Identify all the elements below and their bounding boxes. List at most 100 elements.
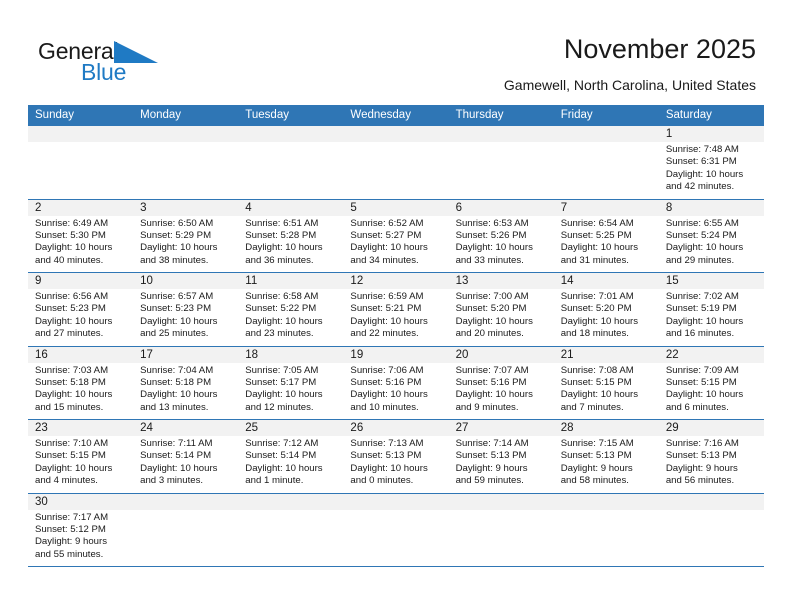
calendar-day-cell[interactable]: 19 Sunrise: 7:06 AM Sunset: 5:16 PM Dayligh… xyxy=(343,346,449,420)
weekday-header-thursday: Thursday xyxy=(455,109,504,121)
calendar-day-cell[interactable]: 9 Sunrise: 6:56 AM Sunset: 5:23 PM Daylight… xyxy=(28,273,134,346)
general-blue-logo[interactable]: General Blue xyxy=(38,38,168,88)
calendar-day-cell[interactable]: 23 Sunrise: 7:10 AM Sunset: 5:15 PM Dayligh… xyxy=(28,420,134,493)
calendar-day-cell[interactable]: 4 Sunrise: 6:51 AM Sunset: 5:28 PM Daylight… xyxy=(238,199,344,273)
day-sunset-text: Sunset: 5:30 PM xyxy=(35,229,106,241)
calendar-table: Sunday Monday Tuesday Wednesday Thursday… xyxy=(28,105,764,567)
day-sunrise-text: Sunrise: 7:07 AM xyxy=(455,364,529,376)
day-daylight-text: Daylight: 10 hours xyxy=(245,242,323,254)
calendar-day-cell[interactable]: 8 Sunrise: 6:55 AM Sunset: 5:24 PM Daylight… xyxy=(658,199,764,273)
calendar-day-cell[interactable]: 22 Sunrise: 7:09 AM Sunset: 5:15 PM Dayligh… xyxy=(658,346,764,420)
day-sunset-text: Sunset: 5:26 PM xyxy=(455,229,527,241)
day-sunset-text: Sunset: 5:15 PM xyxy=(35,450,106,462)
day-daylight-text: Daylight: 10 hours xyxy=(665,315,744,327)
day-daylight-text: and 13 minutes. xyxy=(140,401,209,413)
calendar-day-cell[interactable]: 14 Sunrise: 7:01 AM Sunset: 5:20 PM Dayligh… xyxy=(553,273,659,346)
day-sun-info: Sunrise: 7:14 AM Sunset: 5:13 PM Daylight:… xyxy=(449,436,554,488)
calendar-day-cell-empty xyxy=(553,126,659,199)
day-number xyxy=(448,126,554,142)
calendar-day-cell[interactable]: 6 Sunrise: 6:53 AM Sunset: 5:26 PM Daylight… xyxy=(448,199,554,273)
calendar-day-cell[interactable]: 20 Sunrise: 7:07 AM Sunset: 5:16 PM Dayligh… xyxy=(448,346,554,420)
day-sunset-text: Sunset: 5:24 PM xyxy=(665,229,737,241)
day-sun-info: Sunrise: 7:01 AM Sunset: 5:20 PM Daylight:… xyxy=(554,289,659,341)
day-number xyxy=(238,126,344,142)
page-header: General Blue November 2025 Gamewell, Nor… xyxy=(0,0,792,104)
calendar-day-cell-empty xyxy=(553,493,659,567)
day-daylight-text: Daylight: 10 hours xyxy=(455,242,533,254)
day-daylight-text: and 58 minutes. xyxy=(560,475,629,487)
page-title: November 2025 xyxy=(563,34,756,64)
calendar-day-cell[interactable]: 2 Sunrise: 6:49 AM Sunset: 5:30 PM Daylight… xyxy=(28,199,134,273)
day-sun-info: Sunrise: 6:52 AM Sunset: 5:27 PM Daylight:… xyxy=(343,216,448,268)
calendar-day-cell-empty xyxy=(343,126,449,199)
day-sunrise-text: Sunrise: 7:10 AM xyxy=(35,438,109,449)
day-sunset-text: Sunset: 5:18 PM xyxy=(35,376,106,388)
day-sunset-text: Sunset: 5:17 PM xyxy=(245,376,317,388)
calendar-day-cell[interactable]: 11 Sunrise: 6:58 AM Sunset: 5:22 PM Dayligh… xyxy=(238,273,344,346)
day-daylight-text: and 56 minutes. xyxy=(665,475,735,487)
calendar-day-cell-empty xyxy=(343,493,449,567)
day-sunset-text: Sunset: 5:29 PM xyxy=(140,229,212,241)
calendar-day-cell[interactable]: 26 Sunrise: 7:13 AM Sunset: 5:13 PM Dayligh… xyxy=(343,420,449,493)
day-daylight-text: and 25 minutes. xyxy=(140,328,209,340)
calendar-day-cell[interactable]: 28 Sunrise: 7:15 AM Sunset: 5:13 PM Dayligh… xyxy=(553,420,659,493)
day-daylight-text: and 4 minutes. xyxy=(35,475,98,487)
day-sun-info: Sunrise: 7:07 AM Sunset: 5:16 PM Daylight:… xyxy=(449,363,554,415)
calendar-day-cell[interactable]: 7 Sunrise: 6:54 AM Sunset: 5:25 PM Daylight… xyxy=(553,199,659,273)
weekday-header-wednesday: Wednesday xyxy=(350,109,411,121)
calendar-day-cell[interactable]: 10 Sunrise: 6:57 AM Sunset: 5:23 PM Dayligh… xyxy=(133,273,239,346)
day-sun-info: Sunrise: 7:10 AM Sunset: 5:15 PM Daylight:… xyxy=(28,436,133,488)
calendar-day-cell[interactable]: 12 Sunrise: 6:59 AM Sunset: 5:21 PM Dayligh… xyxy=(343,273,449,346)
day-daylight-text: and 22 minutes. xyxy=(350,328,419,340)
day-daylight-text: and 15 minutes. xyxy=(35,401,104,413)
day-sun-info: Sunrise: 7:06 AM Sunset: 5:16 PM Daylight:… xyxy=(343,363,448,415)
day-daylight-text: Daylight: 10 hours xyxy=(560,315,639,327)
day-daylight-text: Daylight: 10 hours xyxy=(665,168,744,180)
calendar-day-cell[interactable]: 5 Sunrise: 6:52 AM Sunset: 5:27 PM Daylight… xyxy=(343,199,449,273)
calendar-day-cell[interactable]: 30 Sunrise: 7:17 AM Sunset: 5:12 PM Dayligh… xyxy=(28,493,134,567)
day-sunset-text: Sunset: 5:14 PM xyxy=(140,450,212,462)
day-number: 16 xyxy=(28,346,134,363)
calendar-day-cell[interactable]: 15 Sunrise: 7:02 AM Sunset: 5:19 PM Dayligh… xyxy=(658,273,764,346)
calendar-day-cell[interactable]: 29 Sunrise: 7:16 AM Sunset: 5:13 PM Dayligh… xyxy=(658,420,764,493)
calendar-day-cell-empty xyxy=(448,493,554,567)
day-sun-info: Sunrise: 7:11 AM Sunset: 5:14 PM Daylight:… xyxy=(133,436,238,488)
day-sunset-text: Sunset: 5:13 PM xyxy=(560,450,632,462)
day-sun-info: Sunrise: 7:12 AM Sunset: 5:14 PM Daylight:… xyxy=(238,436,343,488)
day-sunset-text: Sunset: 5:13 PM xyxy=(665,450,737,462)
day-number: 18 xyxy=(238,346,344,363)
day-sunrise-text: Sunrise: 6:49 AM xyxy=(35,217,109,229)
calendar-day-cell-empty xyxy=(448,126,554,199)
day-daylight-text: and 38 minutes. xyxy=(140,254,209,266)
day-number: 22 xyxy=(658,346,764,363)
day-daylight-text: Daylight: 10 hours xyxy=(140,389,218,401)
calendar-day-cell[interactable]: 25 Sunrise: 7:12 AM Sunset: 5:14 PM Dayligh… xyxy=(238,420,344,493)
weekday-header-friday: Friday xyxy=(560,109,593,121)
day-sunset-text: Sunset: 5:20 PM xyxy=(455,303,527,315)
calendar-day-cell[interactable]: 17 Sunrise: 7:04 AM Sunset: 5:18 PM Dayligh… xyxy=(133,346,239,420)
calendar-day-cell[interactable]: 3 Sunrise: 6:50 AM Sunset: 5:29 PM Daylight… xyxy=(133,199,239,273)
day-sunrise-text: Sunrise: 7:16 AM xyxy=(665,438,739,449)
day-daylight-text: Daylight: 10 hours xyxy=(665,389,744,401)
day-sunrise-text: Sunrise: 7:11 AM xyxy=(140,438,213,449)
day-number xyxy=(28,126,134,142)
calendar-day-cell[interactable]: 21 Sunrise: 7:08 AM Sunset: 5:15 PM Dayligh… xyxy=(553,346,659,420)
day-daylight-text: Daylight: 10 hours xyxy=(350,389,428,401)
day-daylight-text: Daylight: 10 hours xyxy=(35,242,113,254)
weekday-header-monday: Monday xyxy=(140,109,182,121)
calendar-day-cell[interactable]: 18 Sunrise: 7:05 AM Sunset: 5:17 PM Dayligh… xyxy=(238,346,344,420)
day-daylight-text: and 27 minutes. xyxy=(35,328,104,340)
calendar-day-cell[interactable]: 27 Sunrise: 7:14 AM Sunset: 5:13 PM Dayligh… xyxy=(448,420,554,493)
day-sunrise-text: Sunrise: 7:48 AM xyxy=(665,144,739,155)
day-daylight-text: and 33 minutes. xyxy=(455,254,524,266)
calendar-day-cell[interactable]: 24 Sunrise: 7:11 AM Sunset: 5:14 PM Dayligh… xyxy=(133,420,239,493)
calendar-day-cell[interactable]: 13 Sunrise: 7:00 AM Sunset: 5:20 PM Dayligh… xyxy=(448,273,554,346)
day-sun-info: Sunrise: 6:51 AM Sunset: 5:28 PM Daylight:… xyxy=(238,216,343,268)
day-sunrise-text: Sunrise: 7:00 AM xyxy=(455,291,529,302)
calendar-day-cell[interactable]: 16 Sunrise: 7:03 AM Sunset: 5:18 PM Dayligh… xyxy=(28,346,134,420)
day-number: 17 xyxy=(133,346,239,363)
calendar-day-cell-empty xyxy=(133,493,239,567)
day-sun-info: Sunrise: 7:48 AM Sunset: 6:31 PM Daylight:… xyxy=(659,142,764,194)
calendar-day-cell[interactable]: 1 Sunrise: 7:48 AM Sunset: 6:31 PM Daylight… xyxy=(658,126,764,199)
day-daylight-text: Daylight: 10 hours xyxy=(35,462,113,474)
